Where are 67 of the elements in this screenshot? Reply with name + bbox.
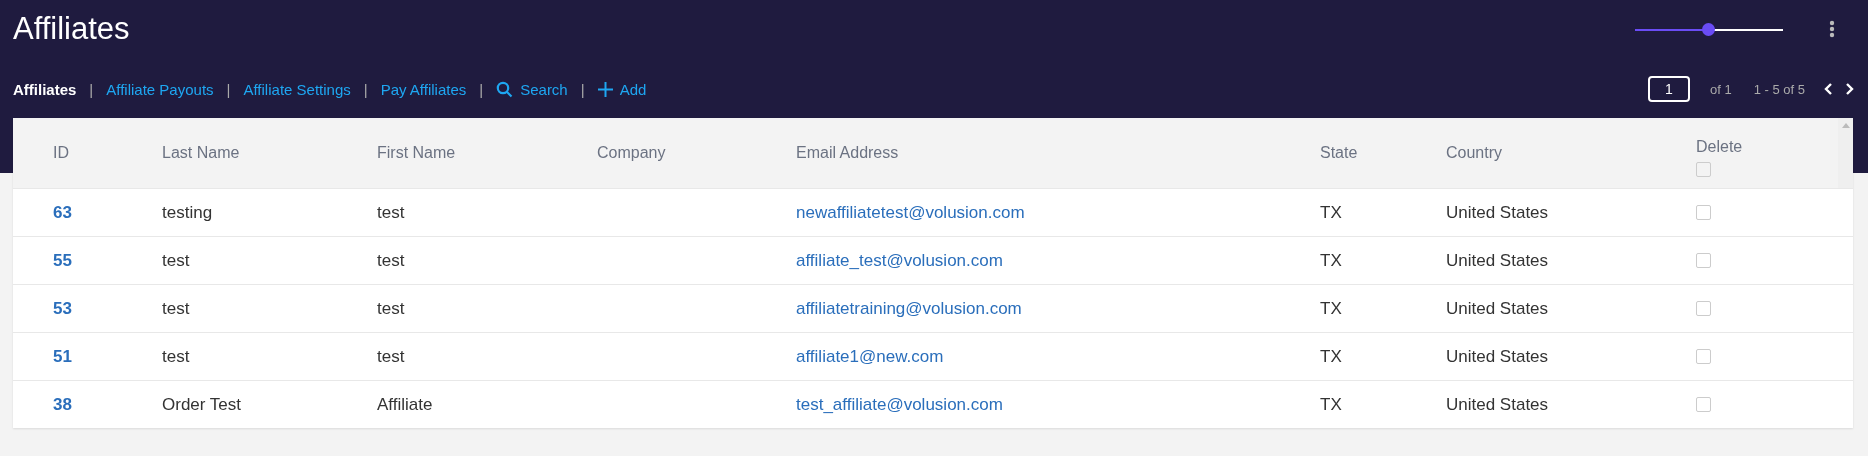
next-page-icon[interactable] bbox=[1845, 82, 1855, 96]
email-link[interactable]: affiliatetraining@volusion.com bbox=[796, 298, 1320, 319]
table-cell-text: testing bbox=[162, 202, 214, 223]
affiliate-id-link[interactable]: 55 bbox=[13, 250, 162, 271]
search-icon bbox=[496, 80, 514, 98]
affiliate-id-link[interactable]: 53 bbox=[13, 298, 162, 319]
more-options-icon[interactable] bbox=[1829, 20, 1835, 38]
nav-link[interactable]: Affiliate Payouts bbox=[106, 80, 214, 98]
column-header: ID bbox=[52, 144, 70, 162]
table-cell-text: United States bbox=[1446, 298, 1550, 319]
table-cell-text: test bbox=[377, 250, 406, 271]
nav-link[interactable]: Add bbox=[597, 80, 647, 98]
table-cell-text: TX bbox=[1320, 250, 1343, 271]
email-link[interactable]: affiliate1@new.com bbox=[796, 346, 1320, 367]
table-cell-text: test bbox=[377, 346, 406, 367]
email-link[interactable]: test_affiliate@volusion.com bbox=[796, 394, 1320, 415]
column-header: First Name bbox=[377, 144, 457, 162]
column-header: Email Address bbox=[796, 144, 900, 162]
table-cell-text: test bbox=[162, 298, 191, 319]
column-header: State bbox=[1320, 144, 1359, 162]
table-cell-text: United States bbox=[1446, 346, 1550, 367]
email-link[interactable]: newaffiliatetest@volusion.com bbox=[796, 202, 1320, 223]
table-cell-text: test bbox=[377, 202, 406, 223]
column-header: Company bbox=[597, 144, 667, 162]
email-link[interactable]: affiliate_test@volusion.com bbox=[796, 250, 1320, 271]
nav-separator: | bbox=[363, 80, 368, 98]
plus-icon bbox=[597, 81, 613, 97]
delete-checkbox[interactable] bbox=[1696, 205, 1711, 220]
nav-separator: | bbox=[479, 80, 484, 98]
affiliate-id-link[interactable]: 51 bbox=[13, 346, 162, 367]
record-range: 1 - 5 of 5 bbox=[1753, 81, 1805, 97]
nav-separator: | bbox=[89, 80, 94, 98]
page-title: Affiliates bbox=[13, 11, 131, 47]
table-cell-text: TX bbox=[1320, 346, 1343, 367]
scrollbar[interactable] bbox=[1838, 118, 1853, 188]
previous-page-icon[interactable] bbox=[1823, 82, 1833, 96]
nav-separator: | bbox=[226, 80, 231, 98]
delete-checkbox[interactable] bbox=[1696, 349, 1711, 364]
page-count: of 1 bbox=[1710, 81, 1732, 97]
affiliate-id-link[interactable]: 38 bbox=[13, 394, 162, 415]
delete-checkbox[interactable] bbox=[1696, 397, 1711, 412]
delete-checkbox[interactable] bbox=[1696, 301, 1711, 316]
nav-link[interactable]: Pay Affiliates bbox=[380, 80, 467, 98]
column-header: Delete bbox=[1696, 137, 1743, 156]
nav-link[interactable]: Search bbox=[496, 80, 568, 98]
table-cell-text: TX bbox=[1320, 202, 1343, 223]
scroll-up-icon[interactable] bbox=[1841, 122, 1850, 128]
select-all-checkbox[interactable] bbox=[1696, 161, 1711, 177]
table-cell-text: United States bbox=[1446, 394, 1550, 415]
nav-link[interactable]: Affiliate Settings bbox=[243, 80, 351, 98]
table-cell-text: United States bbox=[1446, 202, 1550, 223]
column-header: Country bbox=[1446, 144, 1504, 162]
delete-checkbox[interactable] bbox=[1696, 253, 1711, 268]
page-number-field[interactable]: 1 bbox=[1648, 76, 1690, 102]
table-cell-text: test bbox=[162, 250, 191, 271]
nav-link[interactable]: Affiliates bbox=[13, 80, 77, 98]
table-cell-text: Affiliate bbox=[377, 394, 434, 415]
table-cell-text: Order Test bbox=[162, 394, 243, 415]
table-cell-text: TX bbox=[1320, 298, 1343, 319]
affiliate-id-link[interactable]: 63 bbox=[13, 202, 162, 223]
table-cell-text: test bbox=[162, 346, 191, 367]
nav-separator: | bbox=[580, 80, 585, 98]
table-cell-text: TX bbox=[1320, 394, 1343, 415]
zoom-slider[interactable] bbox=[1635, 22, 1783, 36]
column-header: Last Name bbox=[162, 144, 241, 162]
table-cell-text: test bbox=[377, 298, 406, 319]
table-cell-text: United States bbox=[1446, 250, 1550, 271]
